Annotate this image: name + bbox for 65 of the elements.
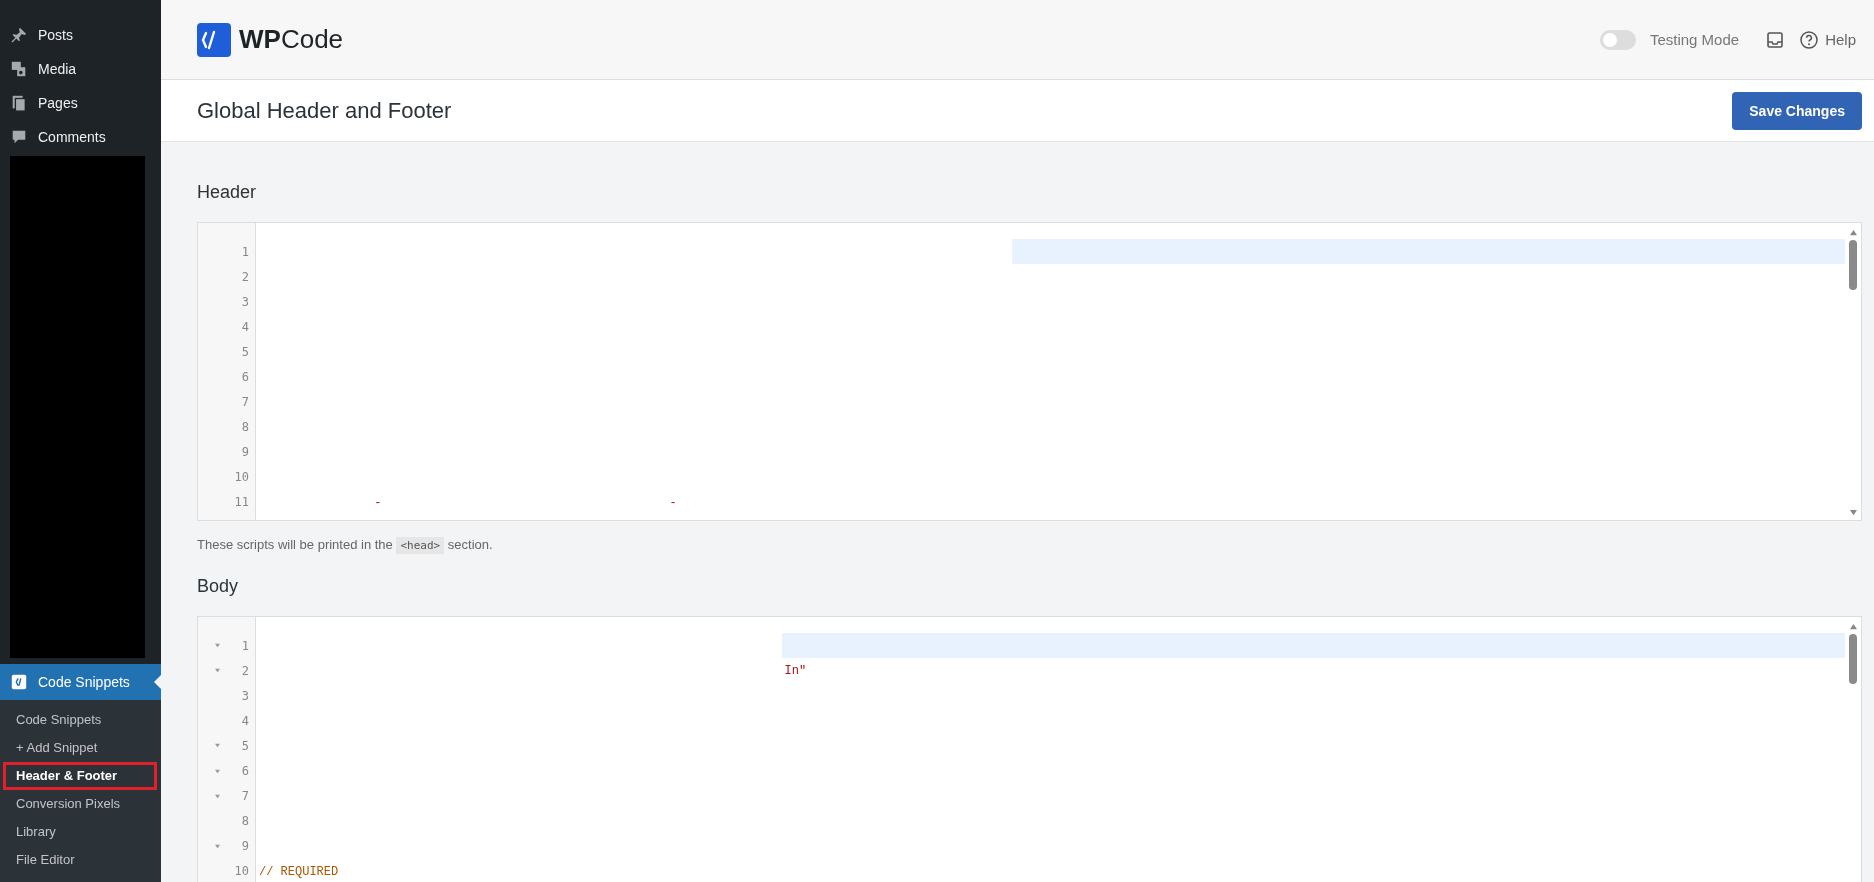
pages-icon — [10, 94, 28, 112]
fold-arrow-icon[interactable] — [214, 743, 221, 749]
code-icon — [10, 673, 28, 691]
fold-arrow-icon[interactable] — [214, 793, 221, 799]
line-number: 7 — [241, 395, 249, 410]
line-number: 7 — [241, 789, 249, 804]
menu-item[interactable]: Code Snippets — [0, 664, 161, 700]
line-number: 5 — [241, 738, 249, 753]
scroll-thumb[interactable] — [1849, 634, 1857, 684]
fold-arrow-icon[interactable] — [214, 668, 221, 674]
submenu-item[interactable]: Header & Footer — [3, 762, 157, 790]
line-number: 10 — [234, 470, 249, 485]
page-title: Global Header and Footer — [197, 97, 452, 124]
submenu-item[interactable]: + Add Snippet — [3, 734, 157, 762]
submenu-item[interactable]: File Editor — [3, 846, 157, 874]
menu-item[interactable]: Comments — [0, 120, 161, 154]
pin-icon — [10, 26, 28, 44]
line-number: 2 — [241, 663, 249, 678]
line-number: 1 — [241, 244, 249, 259]
submenu-item[interactable]: Conversion Pixels — [3, 790, 157, 818]
scroll-up-icon[interactable] — [1848, 623, 1858, 630]
fold-arrow-icon[interactable] — [214, 768, 221, 774]
line-number: 3 — [241, 294, 249, 309]
code-editor[interactable]: 1 2 3 4 5 6 7 8 9 10 11 - - — [197, 222, 1862, 521]
line-number: 10 — [234, 864, 249, 879]
line-number: 9 — [241, 839, 249, 854]
scroll-up-icon[interactable] — [1848, 229, 1858, 236]
line-number: 8 — [241, 420, 249, 435]
line-number: 6 — [241, 370, 249, 384]
scroll-thumb[interactable] — [1849, 240, 1857, 290]
code-text: - — [374, 495, 382, 510]
toggle-switch[interactable] — [1599, 29, 1636, 50]
menu-item[interactable]: Pages — [0, 86, 161, 120]
menu-item[interactable]: Media — [0, 52, 161, 86]
submenu-item[interactable]: Code Snippets — [3, 706, 157, 734]
code-text: - — [669, 495, 677, 510]
line-number: 8 — [241, 814, 249, 829]
fold-arrow-icon[interactable] — [214, 643, 221, 649]
help-icon — [1799, 29, 1820, 50]
line-number: 9 — [241, 445, 249, 460]
fold-arrow-icon[interactable] — [214, 843, 221, 849]
submenu-item[interactable]: Library — [3, 818, 157, 846]
line-number: 3 — [241, 688, 249, 703]
toggle-label: Testing Mode — [1649, 31, 1740, 48]
line-number: 5 — [241, 344, 249, 359]
save-button[interactable]: Save Changes — [1732, 91, 1862, 130]
code-editor[interactable]: 1 2 3 4 5 6 7 8 9 10 In" // REQUIRED — [197, 616, 1862, 882]
line-number: 6 — [241, 764, 249, 778]
line-number: 4 — [241, 713, 249, 728]
logo-icon — [197, 22, 231, 57]
inbox-icon[interactable] — [1765, 29, 1786, 50]
line-number: 2 — [241, 269, 249, 284]
help-text: These scripts will be printed in the <head> section. — [197, 537, 494, 552]
menu-item[interactable]: Posts — [0, 18, 161, 52]
code-text: In" — [784, 664, 807, 679]
line-number: 1 — [241, 638, 249, 653]
scroll-down-icon[interactable] — [1848, 509, 1858, 516]
section-heading: Body — [197, 576, 240, 597]
section-heading: Header — [197, 182, 258, 203]
help-link[interactable]: Help — [1799, 29, 1856, 50]
line-number: 11 — [234, 495, 249, 510]
media-icon — [10, 60, 28, 78]
code-comment: // REQUIRED — [259, 864, 339, 879]
logo-text: WPCode — [239, 24, 344, 55]
line-number: 4 — [241, 319, 249, 334]
